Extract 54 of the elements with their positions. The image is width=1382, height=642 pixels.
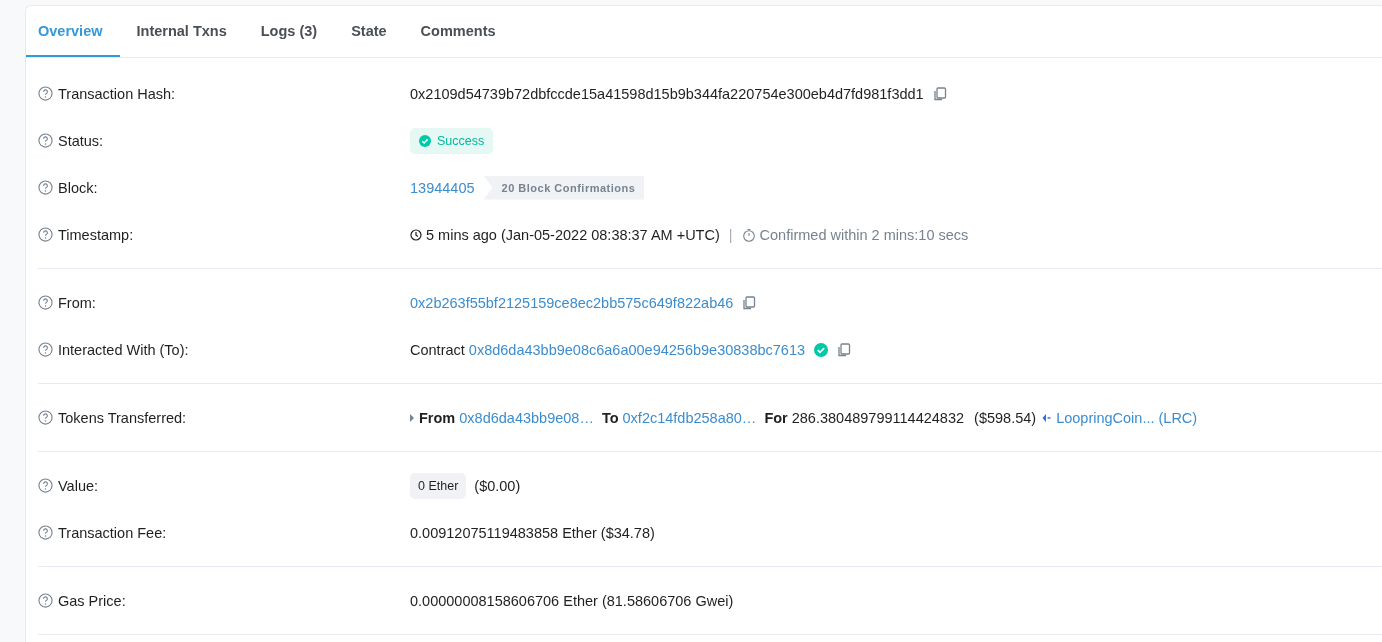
- clock-icon: [410, 228, 422, 241]
- token-link[interactable]: LoopringCoin... (LRC): [1056, 409, 1198, 426]
- from-label: From: [419, 409, 456, 426]
- field-label: Tokens Transferred:: [58, 409, 187, 426]
- separator: |: [728, 226, 733, 243]
- usd-value: ($598.54): [974, 409, 1037, 426]
- token-icon: [1041, 412, 1052, 423]
- help-icon: [38, 133, 53, 148]
- caret-icon: [410, 413, 414, 422]
- field-label: Status:: [58, 132, 104, 149]
- tab[interactable]: Logs (3): [243, 6, 335, 57]
- tab[interactable]: Internal Txns: [119, 6, 244, 57]
- token-amount: 286.380489799114424832: [791, 409, 965, 426]
- copy-icon[interactable]: [932, 86, 947, 101]
- confirmed-text: Confirmed within 2 mins:10 secs: [759, 226, 969, 243]
- address-link[interactable]: 0xf2c14fdb258a80…: [622, 409, 757, 426]
- field-label: Timestamp:: [58, 226, 134, 243]
- help-icon: [38, 86, 53, 101]
- field-label: Gas Price:: [58, 592, 126, 609]
- address-link[interactable]: 0x8d6da43bb9e08…: [459, 409, 594, 426]
- field-label: Interacted With (To):: [58, 341, 189, 358]
- confirmations-badge: 20 Block Confirmations: [483, 175, 645, 200]
- field-label: Value:: [58, 477, 99, 494]
- help-icon: [38, 525, 53, 540]
- timestamp-text: 5 mins ago (Jan-05-2022 08:38:37 AM +UTC): [426, 226, 720, 243]
- ether-badge: 0 Ether: [410, 472, 467, 499]
- field-value: 0.00000008158606706 Ether (81.58606706 Gwei): [410, 592, 734, 609]
- help-icon: [38, 227, 53, 242]
- to-label: To: [601, 409, 619, 426]
- contract-label: Contract: [410, 341, 465, 358]
- field-label: From:: [58, 294, 96, 311]
- stopwatch-icon: [741, 227, 756, 242]
- field-label: Block:: [58, 179, 98, 196]
- help-icon: [38, 478, 53, 493]
- block-link[interactable]: 13944405: [410, 179, 475, 196]
- copy-icon[interactable]: [837, 342, 852, 357]
- address-link[interactable]: 0x2b263f55bf2125159ce8ec2bb575c649f822ab46: [410, 294, 734, 311]
- status-badge: Success: [410, 127, 494, 154]
- field-label: Transaction Fee:: [58, 524, 167, 541]
- field-label: Transaction Hash:: [58, 85, 176, 102]
- field-value: 0.00912075119483858 Ether ($34.78): [410, 524, 655, 541]
- help-icon: [38, 295, 53, 310]
- usd-value: ($0.00): [474, 477, 521, 494]
- help-icon: [38, 410, 53, 425]
- tab[interactable]: Comments: [403, 6, 513, 57]
- tab[interactable]: Overview: [26, 6, 120, 57]
- help-icon: [38, 180, 53, 195]
- for-label: For: [764, 409, 788, 426]
- transaction-hash: 0x2109d54739b72dbfccde15a41598d15b9b344fa220754e300eb4d7fd981f3dd1: [410, 85, 924, 102]
- copy-icon[interactable]: [742, 295, 757, 310]
- help-icon: [38, 342, 53, 357]
- contract-link[interactable]: 0x8d6da43bb9e08c6a6a00e94256b9e30838bc7613: [468, 341, 806, 358]
- tab[interactable]: State: [334, 6, 404, 57]
- help-icon: [38, 593, 53, 608]
